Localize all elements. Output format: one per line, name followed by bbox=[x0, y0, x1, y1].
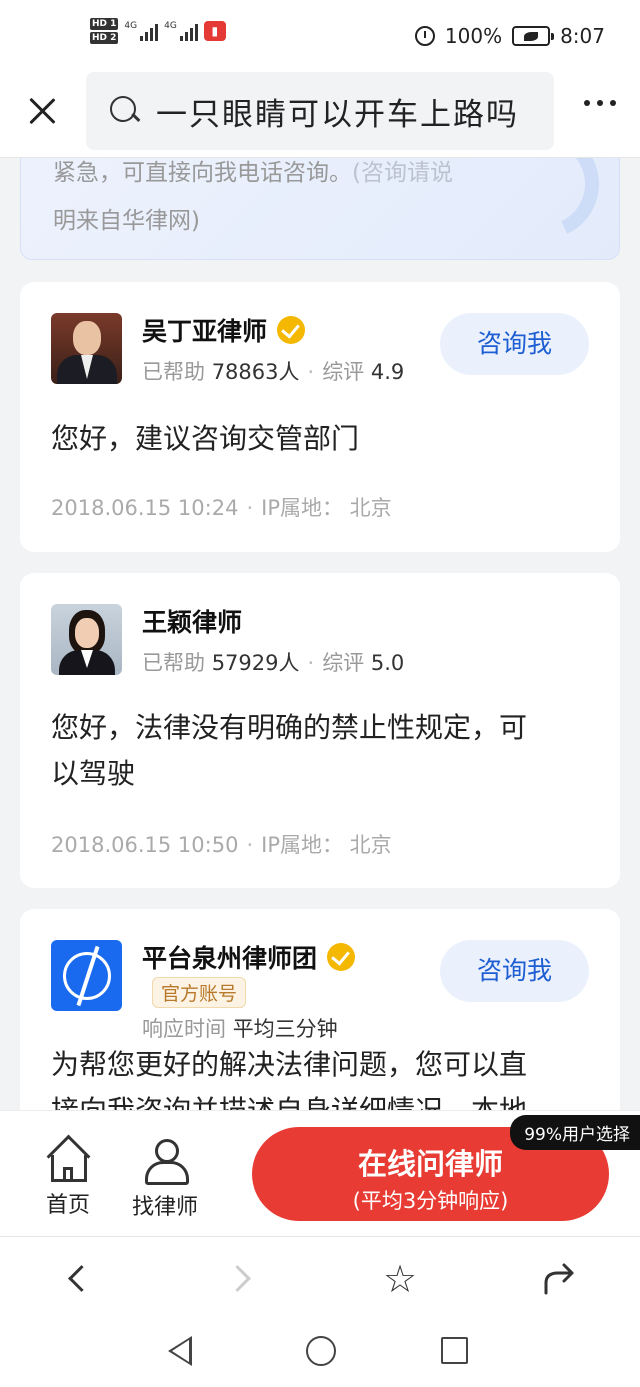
answer-card: 平台泉州律师团 官方账号 响应时间 平均三分钟 咨询我 为帮您更好的解决法律问题… bbox=[20, 909, 620, 1110]
status-bar: HD 1 HD 2 4G 4G ▮ 100% 8:07 bbox=[0, 0, 640, 72]
answer-text: 您好，建议咨询交管部门 bbox=[51, 422, 360, 455]
tab-home[interactable]: 首页 bbox=[46, 1139, 90, 1219]
nav-back-icon[interactable] bbox=[168, 1336, 192, 1366]
ip-location: 北京 bbox=[349, 496, 392, 520]
lawyer-avatar[interactable] bbox=[51, 313, 122, 384]
consult-tip-muted: (咨询请说 bbox=[352, 160, 453, 186]
alarm-icon bbox=[414, 26, 435, 46]
search-icon bbox=[110, 96, 140, 126]
search-bar[interactable]: 一只眼睛可以开车上路吗 bbox=[86, 72, 554, 150]
answer-date: 2018.06.15 10:50 bbox=[51, 833, 239, 857]
star-icon[interactable]: ☆ bbox=[380, 1259, 420, 1299]
home-icon bbox=[46, 1139, 90, 1182]
tab-find-lawyer-label: 找律师 bbox=[132, 1195, 199, 1220]
verified-icon bbox=[277, 316, 306, 344]
rating-value: 5.0 bbox=[370, 651, 405, 675]
lawyer-stats: 已帮助 57929人 · 综评 5.0 bbox=[142, 651, 405, 675]
nav-home-icon[interactable] bbox=[306, 1336, 336, 1366]
rating-value: 4.9 bbox=[370, 360, 405, 384]
helped-count: 57929人 bbox=[211, 651, 300, 675]
signal-2-icon: 4G bbox=[164, 21, 198, 41]
answer-meta: 2018.06.15 10:50 · IP属地： 北京 bbox=[51, 833, 392, 857]
close-icon[interactable] bbox=[26, 94, 58, 126]
lawyer-stats: 已帮助 78863人 · 综评 4.9 bbox=[142, 360, 405, 384]
forward-icon[interactable] bbox=[222, 1259, 262, 1299]
share-icon[interactable] bbox=[540, 1259, 580, 1299]
helped-count: 78863人 bbox=[211, 360, 300, 384]
book-app-icon: ▮ bbox=[203, 21, 226, 41]
battery-icon bbox=[512, 26, 555, 46]
consult-me-button[interactable]: 咨询我 bbox=[440, 940, 589, 1002]
nav-recents-icon[interactable] bbox=[441, 1337, 468, 1364]
hd1-indicator: HD 1 bbox=[90, 18, 119, 30]
consult-me-button[interactable]: 咨询我 bbox=[440, 313, 589, 375]
status-left: HD 1 HD 2 4G 4G ▮ bbox=[90, 18, 226, 44]
consult-tip-text: 紧急，可直接向我电话咨询。 bbox=[53, 160, 352, 186]
clock: 8:07 bbox=[560, 24, 605, 48]
response-time: 响应时间 平均三分钟 bbox=[142, 1017, 338, 1041]
official-account-badge: 官方账号 bbox=[152, 977, 247, 1008]
answer-text: 为帮您更好的解决法律问题，您可以直 接向我咨询并描述自身详细情况，本地 bbox=[51, 1048, 528, 1110]
browser-toolbar: ☆ bbox=[0, 1236, 640, 1316]
lawyer-name[interactable]: 平台泉州律师团 bbox=[142, 939, 317, 975]
answer-text: 您好，法律没有明确的禁止性规定，可 以驾驶 bbox=[51, 711, 528, 790]
tab-home-label: 首页 bbox=[46, 1193, 91, 1218]
answer-card: 吴丁亚律师 已帮助 78863人 · 综评 4.9 咨询我 您好，建议咨询交管部门 … bbox=[20, 282, 620, 552]
platform-logo-icon[interactable] bbox=[51, 940, 122, 1011]
back-icon[interactable] bbox=[58, 1259, 98, 1299]
lawyer-avatar[interactable] bbox=[51, 604, 122, 675]
tab-find-lawyer[interactable]: 找律师 bbox=[132, 1139, 198, 1221]
answer-date: 2018.06.15 10:24 bbox=[51, 496, 239, 520]
verified-icon bbox=[327, 943, 356, 971]
content-area[interactable]: 紧急，可直接向我电话咨询。(咨询请说 明来自华律网) 吴丁亚律师 已帮助 788… bbox=[0, 158, 640, 1110]
lawyer-name[interactable]: 王颖律师 bbox=[142, 603, 242, 639]
answer-card: 王颖律师 已帮助 57929人 · 综评 5.0 您好，法律没有明确的禁止性规定，可… bbox=[20, 573, 620, 888]
system-navigation-bar bbox=[0, 1316, 640, 1387]
answer-meta: 2018.06.15 10:24 · IP属地： 北京 bbox=[51, 496, 392, 520]
search-query[interactable]: 一只眼睛可以开车上路吗 bbox=[156, 89, 519, 134]
person-icon bbox=[143, 1139, 189, 1185]
user-choice-badge: 99%用户选择 bbox=[510, 1115, 640, 1150]
more-icon[interactable] bbox=[584, 100, 616, 106]
phone-consult-card[interactable]: 紧急，可直接向我电话咨询。(咨询请说 明来自华律网) bbox=[20, 158, 620, 260]
lawyer-name[interactable]: 吴丁亚律师 bbox=[142, 312, 267, 348]
bottom-action-bar: 首页 找律师 在线问律师 (平均3分钟响应) 99%用户选择 bbox=[0, 1110, 640, 1236]
battery-percent: 100% bbox=[444, 24, 503, 48]
signal-1-icon: 4G bbox=[124, 21, 159, 41]
hd2-indicator: HD 2 bbox=[90, 32, 119, 44]
ip-location: 北京 bbox=[349, 833, 392, 857]
header: 一只眼睛可以开车上路吗 bbox=[0, 72, 640, 158]
